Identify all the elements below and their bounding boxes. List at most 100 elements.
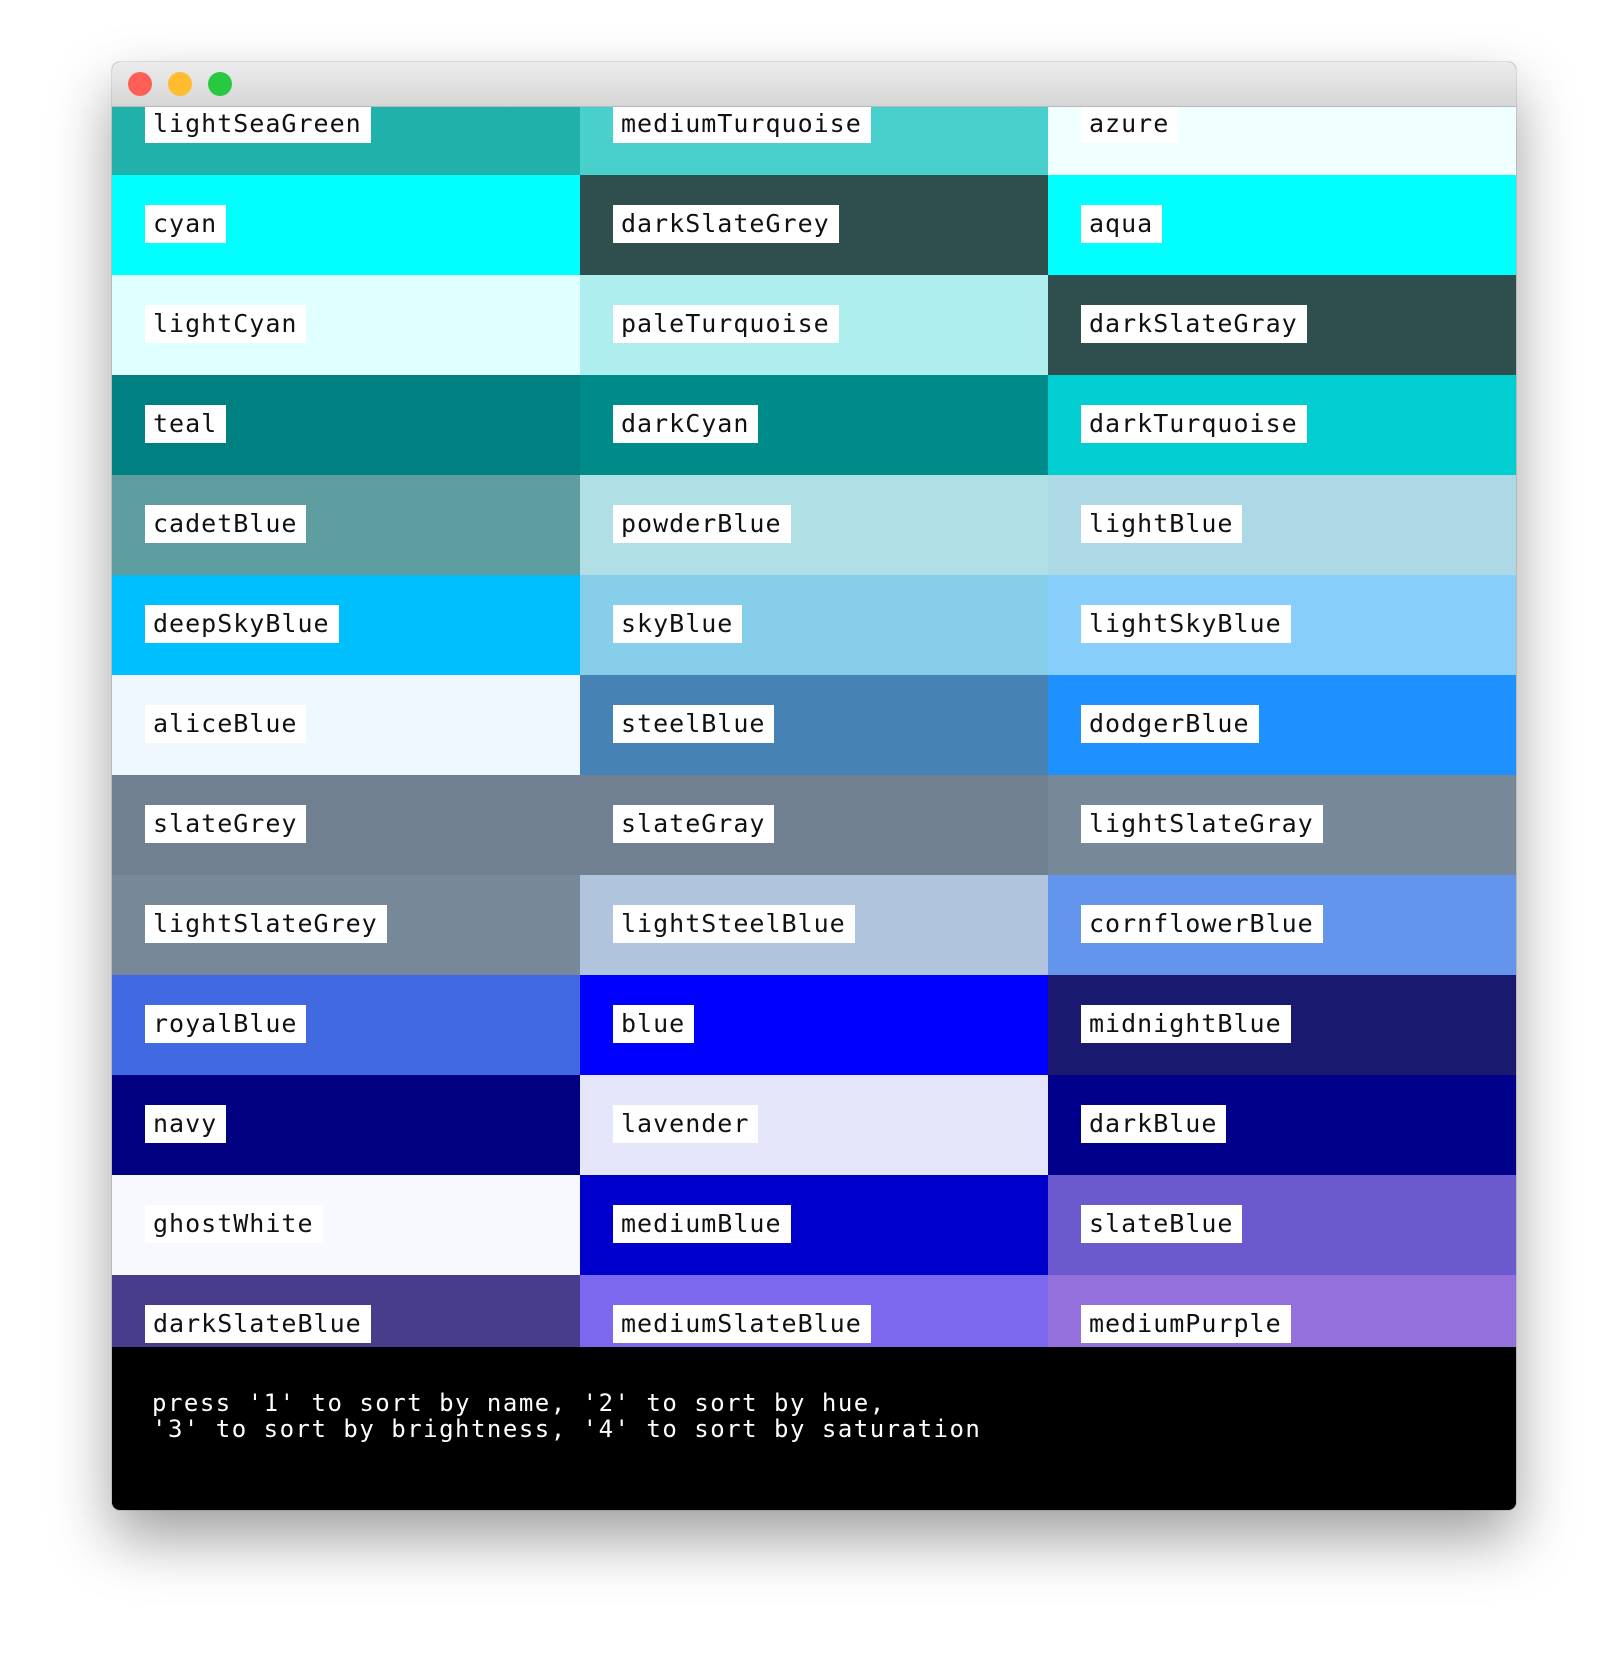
color-name-label: dodgerBlue xyxy=(1081,705,1259,743)
color-name-label: teal xyxy=(145,405,227,443)
color-swatch: cornflowerBlue xyxy=(1048,875,1516,975)
color-swatch: lightSeaGreen xyxy=(112,107,580,175)
color-swatch: dodgerBlue xyxy=(1048,675,1516,775)
color-swatch: darkCyan xyxy=(580,375,1048,475)
color-swatch: skyBlue xyxy=(580,575,1048,675)
color-swatch-grid: lightSeaGreen mediumTurquoise azure cyan dar… xyxy=(112,107,1516,1347)
color-row: aliceBlue steelBlue dodgerBlue xyxy=(112,675,1516,775)
color-swatch: cadetBlue xyxy=(112,475,580,575)
color-swatch: lightSlateGrey xyxy=(112,875,580,975)
color-name-label: navy xyxy=(145,1105,227,1143)
color-row: cyan darkSlateGrey aqua xyxy=(112,175,1516,275)
color-swatch: slateBlue xyxy=(1048,1175,1516,1275)
color-swatch: lightCyan xyxy=(112,275,580,375)
color-row: ghostWhite mediumBlue slateBlue xyxy=(112,1175,1516,1275)
color-name-label: darkBlue xyxy=(1081,1105,1227,1143)
color-swatch: teal xyxy=(112,375,580,475)
color-name-label: cornflowerBlue xyxy=(1081,905,1323,943)
color-name-label: blue xyxy=(613,1005,695,1043)
color-name-label: slateGrey xyxy=(145,805,307,843)
color-swatch: slateGray xyxy=(580,775,1048,875)
color-name-label: azure xyxy=(1081,107,1179,143)
color-name-label: cyan xyxy=(145,205,227,243)
color-swatch: slateGrey xyxy=(112,775,580,875)
color-name-label: deepSkyBlue xyxy=(145,605,339,643)
color-name-label: mediumTurquoise xyxy=(613,107,871,143)
color-name-label: darkSlateGray xyxy=(1081,305,1307,343)
instructions-panel: press '1' to sort by name, '2' to sort b… xyxy=(112,1347,1516,1510)
color-name-label: lightSlateGrey xyxy=(145,905,387,943)
color-swatch: lightSkyBlue xyxy=(1048,575,1516,675)
color-name-label: darkSlateGrey xyxy=(613,205,839,243)
instructions-line-2: '3' to sort by brightness, '4' to sort b… xyxy=(152,1415,982,1443)
color-name-label: lightBlue xyxy=(1081,505,1243,543)
color-name-label: mediumPurple xyxy=(1081,1305,1291,1343)
instructions-line-1: press '1' to sort by name, '2' to sort b… xyxy=(152,1389,886,1417)
color-swatch: powderBlue xyxy=(580,475,1048,575)
color-swatch: darkSlateGrey xyxy=(580,175,1048,275)
color-swatch: cyan xyxy=(112,175,580,275)
color-name-label: mediumBlue xyxy=(613,1205,791,1243)
color-name-label: slateBlue xyxy=(1081,1205,1243,1243)
color-swatch: paleTurquoise xyxy=(580,275,1048,375)
color-swatch: azure xyxy=(1048,107,1516,175)
color-row: royalBlue blue midnightBlue xyxy=(112,975,1516,1075)
color-swatch: mediumBlue xyxy=(580,1175,1048,1275)
color-swatch: ghostWhite xyxy=(112,1175,580,1275)
color-name-label: paleTurquoise xyxy=(613,305,839,343)
color-swatch: lightSteelBlue xyxy=(580,875,1048,975)
color-name-label: lavender xyxy=(613,1105,759,1143)
color-swatch: navy xyxy=(112,1075,580,1175)
color-row: cadetBlue powderBlue lightBlue xyxy=(112,475,1516,575)
app-window: lightSeaGreen mediumTurquoise azure cyan dar… xyxy=(112,62,1516,1510)
color-swatch: mediumPurple xyxy=(1048,1275,1516,1347)
color-swatch: royalBlue xyxy=(112,975,580,1075)
color-name-label: lightCyan xyxy=(145,305,307,343)
color-name-label: lightSeaGreen xyxy=(145,107,371,143)
color-row: teal darkCyan darkTurquoise xyxy=(112,375,1516,475)
color-swatch: darkBlue xyxy=(1048,1075,1516,1175)
color-name-label: lightSlateGray xyxy=(1081,805,1323,843)
color-name-label: slateGray xyxy=(613,805,775,843)
color-name-label: powderBlue xyxy=(613,505,791,543)
color-swatch: steelBlue xyxy=(580,675,1048,775)
color-swatch: lavender xyxy=(580,1075,1048,1175)
color-name-label: skyBlue xyxy=(613,605,743,643)
color-swatch: mediumTurquoise xyxy=(580,107,1048,175)
color-swatch: darkTurquoise xyxy=(1048,375,1516,475)
color-row: lightSeaGreen mediumTurquoise azure xyxy=(112,107,1516,175)
color-name-label: steelBlue xyxy=(613,705,775,743)
color-name-label: mediumSlateBlue xyxy=(613,1305,871,1343)
color-swatch: darkSlateBlue xyxy=(112,1275,580,1347)
color-swatch: deepSkyBlue xyxy=(112,575,580,675)
color-name-label: lightSteelBlue xyxy=(613,905,855,943)
color-name-label: ghostWhite xyxy=(145,1205,323,1243)
color-swatch: midnightBlue xyxy=(1048,975,1516,1075)
title-bar[interactable] xyxy=(112,62,1516,107)
color-row: slateGrey slateGray lightSlateGray xyxy=(112,775,1516,875)
color-name-label: cadetBlue xyxy=(145,505,307,543)
color-swatch: aliceBlue xyxy=(112,675,580,775)
color-name-label: aqua xyxy=(1081,205,1163,243)
color-swatch: aqua xyxy=(1048,175,1516,275)
color-name-label: darkCyan xyxy=(613,405,759,443)
color-swatch: mediumSlateBlue xyxy=(580,1275,1048,1347)
color-name-label: midnightBlue xyxy=(1081,1005,1291,1043)
color-name-label: royalBlue xyxy=(145,1005,307,1043)
color-row: lightCyan paleTurquoise darkSlateGray xyxy=(112,275,1516,375)
color-swatch: lightSlateGray xyxy=(1048,775,1516,875)
minimize-window-button[interactable] xyxy=(168,72,192,96)
color-row: deepSkyBlue skyBlue lightSkyBlue xyxy=(112,575,1516,675)
zoom-window-button[interactable] xyxy=(208,72,232,96)
color-name-label: darkSlateBlue xyxy=(145,1305,371,1343)
color-name-label: aliceBlue xyxy=(145,705,307,743)
color-name-label: darkTurquoise xyxy=(1081,405,1307,443)
color-name-label: lightSkyBlue xyxy=(1081,605,1291,643)
close-window-button[interactable] xyxy=(128,72,152,96)
color-swatch: blue xyxy=(580,975,1048,1075)
color-row: lightSlateGrey lightSteelBlue cornflowerBl… xyxy=(112,875,1516,975)
color-swatch: lightBlue xyxy=(1048,475,1516,575)
color-row: darkSlateBlue mediumSlateBlue mediumPurple xyxy=(112,1275,1516,1347)
color-row: navy lavender darkBlue xyxy=(112,1075,1516,1175)
color-swatch: darkSlateGray xyxy=(1048,275,1516,375)
